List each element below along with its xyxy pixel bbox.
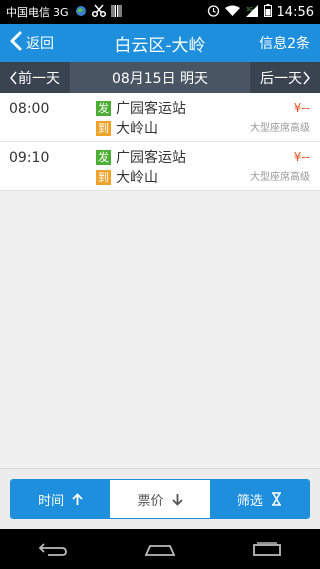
arrive-station: 大岭山	[116, 121, 158, 137]
home-icon	[144, 545, 176, 556]
nav-home-button[interactable]	[130, 529, 190, 569]
back-arrow-icon	[39, 543, 68, 556]
arrive-badge: 到	[96, 169, 111, 185]
sort-bar: 时间 票价 筛选	[0, 468, 320, 529]
arrive-badge: 到	[96, 120, 111, 136]
seat-type: 大型座席高级	[250, 123, 310, 134]
hourglass-icon	[271, 492, 281, 506]
arrow-down-icon	[171, 493, 183, 506]
depart-badge: 发	[96, 149, 111, 165]
battery-icon	[263, 4, 272, 20]
filter-button[interactable]: 筛选	[209, 480, 309, 518]
trip-row[interactable]: 08:00 发 广园客运站 到 大岭山 ¥-- 大型座席高级	[0, 93, 320, 142]
next-day-button[interactable]: 后一天	[250, 62, 320, 93]
depart-station: 广园客运站	[116, 150, 186, 166]
nav-recents-button[interactable]	[237, 529, 297, 569]
trip-stops: 发 广园客运站 到 大岭山	[96, 98, 186, 138]
recent-apps-icon	[252, 542, 281, 556]
sort-by-price-button[interactable]: 票价	[110, 480, 210, 518]
network-type: 3G	[53, 5, 69, 19]
chevron-right-icon	[303, 71, 310, 84]
wifi-icon	[224, 5, 240, 20]
carrier-name: 中国电信	[6, 6, 50, 19]
signal-3g-icon: 3G	[245, 4, 259, 20]
back-label: 返回	[26, 36, 54, 52]
chevron-left-icon	[10, 71, 17, 84]
seat-type: 大型座席高级	[250, 172, 310, 183]
date-bar: 前一天 08月15日 明天 后一天	[0, 62, 320, 93]
title-bar: 返回 白云区-大岭 信息2条	[0, 24, 320, 62]
current-date: 08月15日 明天	[70, 62, 250, 93]
trip-row[interactable]: 09:10 发 广园客运站 到 大岭山 ¥-- 大型座席高级	[0, 142, 320, 191]
chevron-left-icon	[10, 31, 22, 55]
previous-day-button[interactable]: 前一天	[0, 62, 70, 93]
status-bar: 中国电信 3G 3G 14:56	[0, 0, 320, 24]
info-count[interactable]: 信息2条	[230, 33, 320, 53]
page-title: 白云区-大岭	[114, 35, 206, 56]
ticket-price: ¥--	[293, 101, 310, 115]
ticket-price: ¥--	[293, 150, 310, 164]
system-nav-bar	[0, 529, 320, 569]
alarm-clock-icon	[207, 4, 220, 20]
filter-label: 筛选	[236, 493, 263, 509]
sort-price-label: 票价	[137, 493, 164, 509]
back-button[interactable]: 返回	[0, 24, 90, 62]
sort-by-time-button[interactable]: 时间	[11, 480, 111, 518]
departure-time: 08:00	[9, 101, 50, 117]
status-time: 14:56	[276, 4, 314, 20]
depart-badge: 发	[96, 100, 111, 116]
sort-segmented-control: 时间 票价 筛选	[10, 479, 310, 519]
depart-station: 广园客运站	[116, 101, 186, 117]
scissors-icon	[91, 4, 106, 20]
barcode-icon	[111, 4, 122, 20]
previous-day-label: 前一天	[18, 70, 60, 87]
sort-time-label: 时间	[38, 493, 65, 509]
trip-stops: 发 广园客运站 到 大岭山	[96, 147, 186, 187]
arrow-up-icon	[72, 492, 83, 505]
globe-icon	[75, 5, 87, 20]
next-day-label: 后一天	[260, 70, 302, 87]
arrive-station: 大岭山	[116, 170, 158, 186]
svg-text:3G: 3G	[246, 7, 253, 13]
departure-time: 09:10	[9, 150, 50, 166]
nav-back-button[interactable]	[23, 529, 83, 569]
trip-list: 08:00 发 广园客运站 到 大岭山 ¥-- 大型座席高级 09:10 发 广…	[0, 93, 320, 191]
